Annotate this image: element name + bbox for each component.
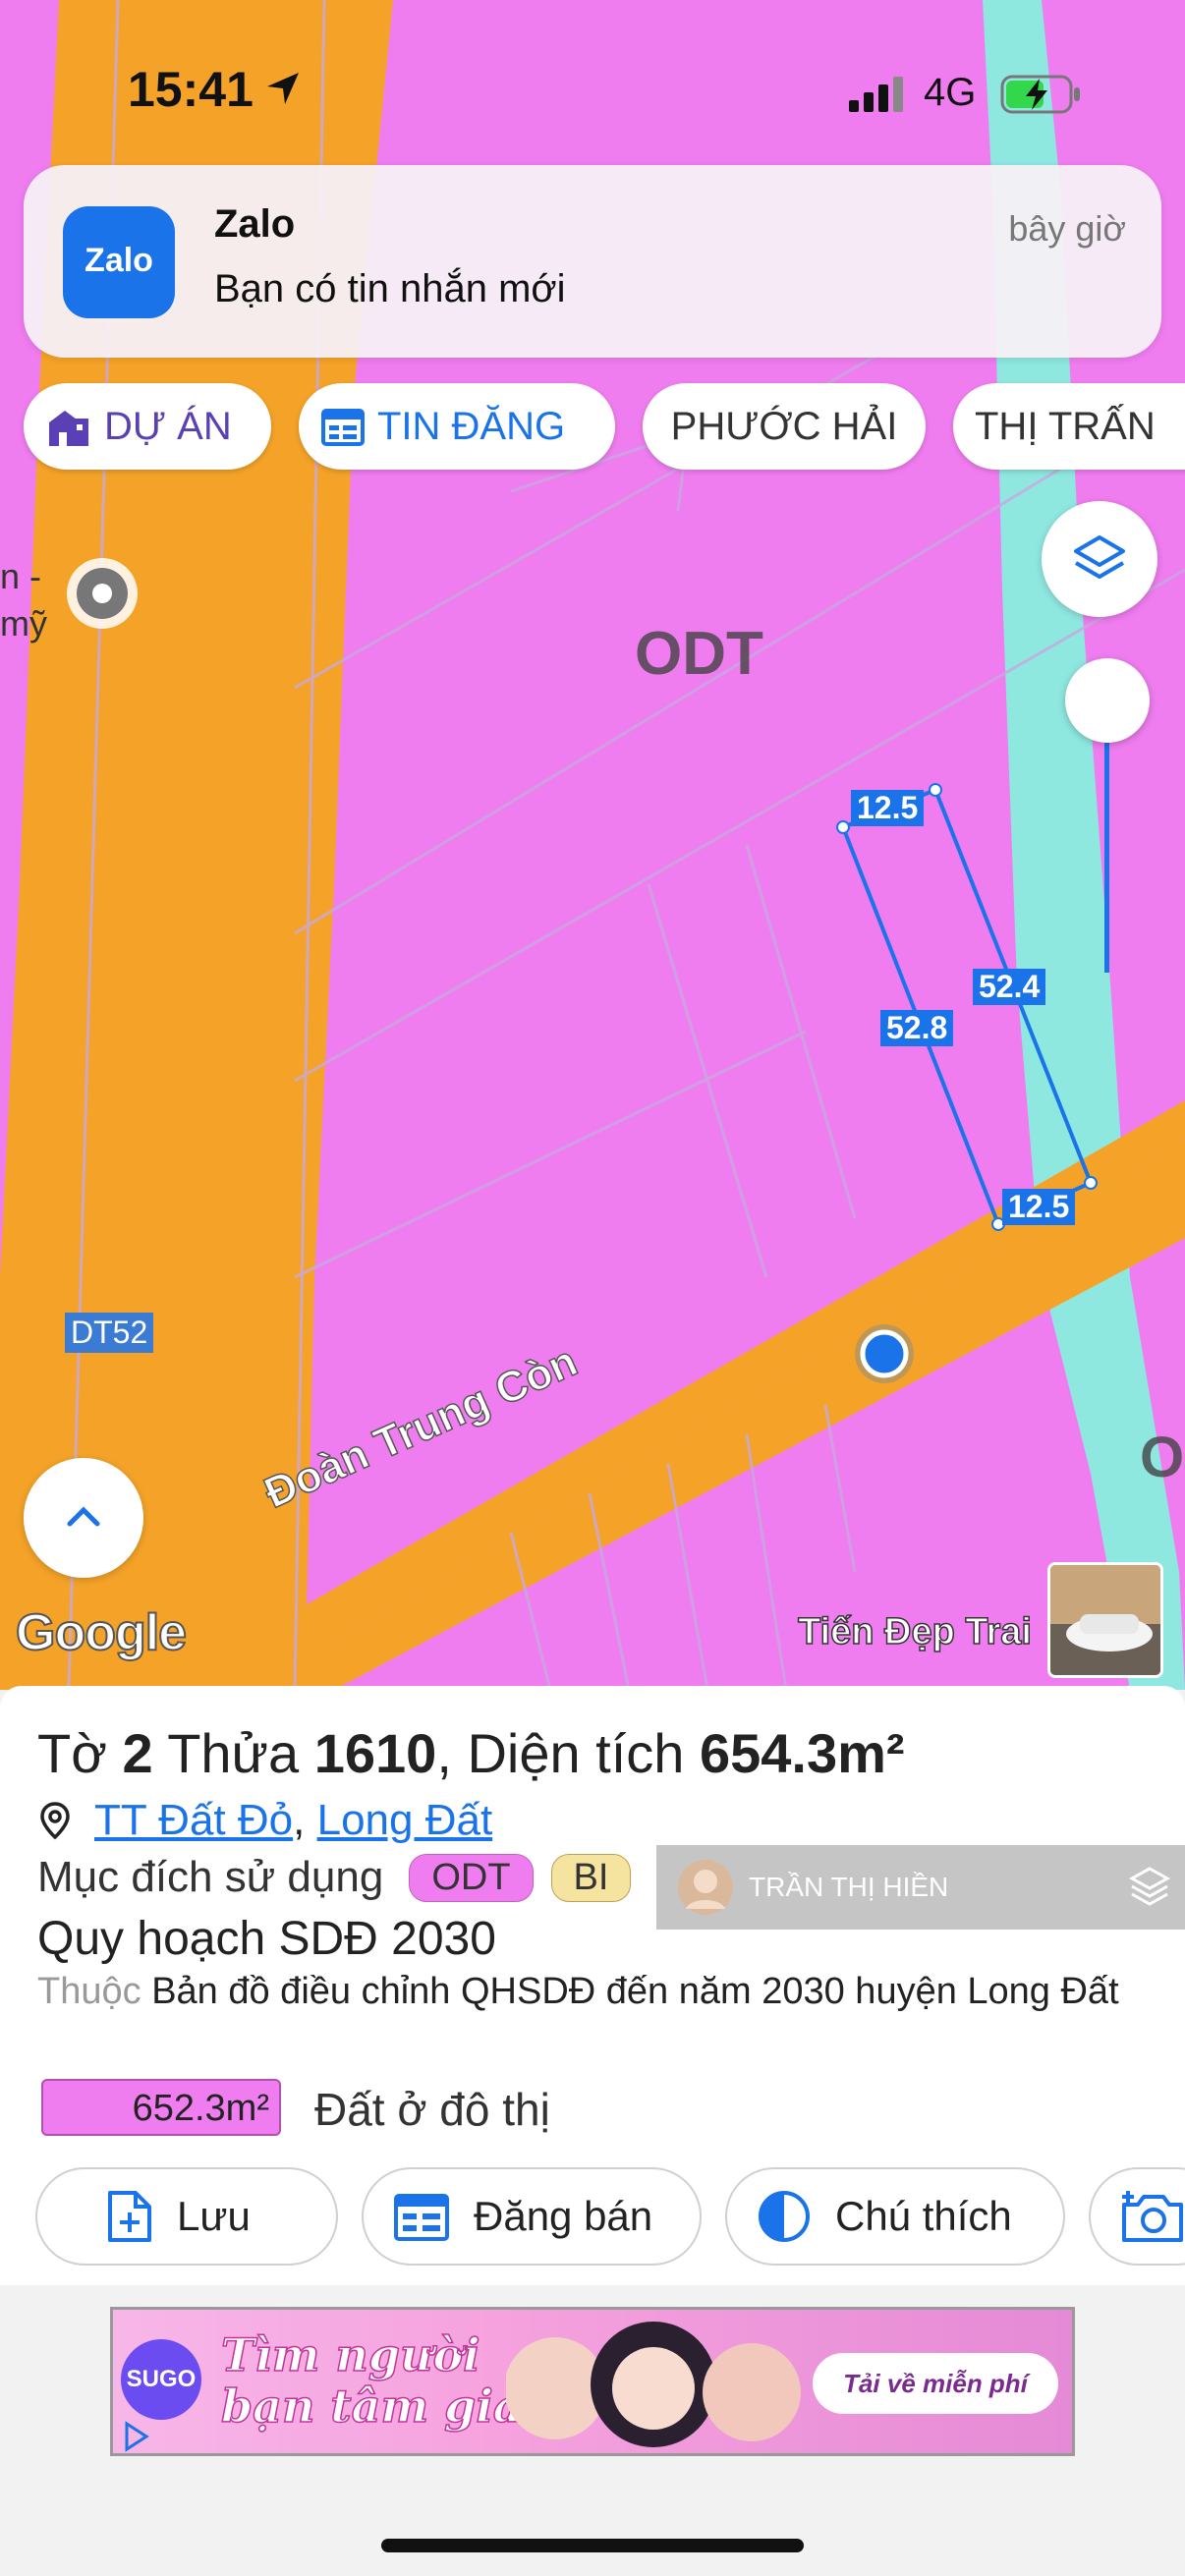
notification-banner[interactable]: Zalo Zalo Bạn có tin nhắn mới bây giờ xyxy=(24,165,1161,358)
building-icon xyxy=(45,405,92,448)
watermark-overlay: TRẦN THỊ HIỀN xyxy=(656,1845,1185,1930)
street-view-thumbnail[interactable] xyxy=(1047,1562,1163,1678)
listing-icon xyxy=(320,406,366,447)
poi-label-2: mỹ xyxy=(0,603,47,644)
camera-add-button[interactable] xyxy=(1089,2167,1185,2266)
action-bar: Lưu Đăng bán Chú thích xyxy=(35,2167,1185,2268)
location-pin-icon xyxy=(40,1802,70,1840)
notification-message: Bạn có tin nhắn mới xyxy=(214,267,566,310)
purpose-badge-bi[interactable]: BI xyxy=(550,1853,632,1902)
chip-label: PHƯỚC HẢI xyxy=(670,404,898,448)
chip-label: TIN ĐĂNG xyxy=(377,404,566,448)
chip-phuoc-hai[interactable]: PHƯỚC HẢI xyxy=(643,383,926,470)
clock: 15:41 xyxy=(128,62,254,117)
dimension-label: 12.5 xyxy=(1002,1189,1076,1225)
chevron-up-icon xyxy=(67,1506,100,1527)
parcel-info-sheet: Tờ 2 Thửa 1610, Diện tích 654.3m² TT Đất… xyxy=(0,1686,1185,2285)
post-for-sale-button[interactable]: Đăng bán xyxy=(362,2167,702,2266)
location-link-district[interactable]: Long Đất xyxy=(317,1796,493,1845)
chip-thi-tran[interactable]: THỊ TRẤN xyxy=(953,383,1185,470)
plan-source: Thuộc Bản đồ điều chỉnh QHSDĐ đến năm 20… xyxy=(37,1971,1119,2012)
chip-label: DỰ ÁN xyxy=(104,404,232,448)
save-button[interactable]: Lưu xyxy=(35,2167,338,2266)
contrast-icon xyxy=(757,2189,812,2244)
layers-button[interactable] xyxy=(1042,501,1157,617)
google-logo: Google xyxy=(15,1603,188,1662)
calendar-icon xyxy=(393,2191,450,2242)
parcel-title: Tờ 2 Thửa 1610, Diện tích 654.3m² xyxy=(37,1722,905,1784)
avatar xyxy=(678,1860,733,1915)
location-link-town[interactable]: TT Đất Đỏ xyxy=(94,1796,293,1845)
dimension-label: 12.5 xyxy=(851,790,925,826)
ad-banner[interactable]: SUGO Tìm người bạn tâm giao Tải về miễn p… xyxy=(110,2307,1075,2456)
zoom-slider-knob[interactable] xyxy=(1065,658,1150,743)
ad-download-button[interactable]: Tải về miễn phí xyxy=(813,2353,1058,2414)
plan-title: Quy hoạch SDĐ 2030 xyxy=(37,1913,496,1965)
street-view-label: Tiến Đẹp Trai xyxy=(797,1610,1032,1653)
expand-up-button[interactable] xyxy=(24,1458,143,1578)
home-indicator[interactable] xyxy=(381,2539,804,2552)
signal-icon xyxy=(849,77,903,112)
chip-du-an[interactable]: DỰ ÁN xyxy=(24,383,271,470)
current-location-dot xyxy=(860,1329,909,1378)
parcel-location: TT Đất Đỏ, Long Đất xyxy=(37,1796,492,1845)
ad-info-icon[interactable] xyxy=(119,2420,152,2453)
land-use-purpose: Mục đích sử dụng ODT BI xyxy=(37,1853,632,1902)
dimension-label: 52.8 xyxy=(880,1010,954,1046)
battery-charging-icon xyxy=(1000,75,1080,114)
zalo-app-icon: Zalo xyxy=(63,206,175,318)
notification-time: bây giờ xyxy=(1008,208,1126,249)
layers-icon xyxy=(1074,535,1125,579)
area-chip: 652.3m² xyxy=(41,2079,281,2136)
network-type: 4G xyxy=(924,71,977,114)
camera-add-icon xyxy=(1118,2187,1185,2246)
poi-pin-icon[interactable] xyxy=(67,558,138,629)
route-badge: DT52 xyxy=(65,1313,154,1353)
location-arrow-icon xyxy=(267,73,299,104)
stack-icon xyxy=(1128,1867,1171,1906)
purpose-badge-odt[interactable]: ODT xyxy=(409,1853,534,1902)
zone-label: ODT xyxy=(635,620,763,688)
ad-people-image xyxy=(506,2322,801,2447)
add-file-icon xyxy=(106,2189,153,2244)
filter-chips: DỰ ÁN TIN ĐĂNG PHƯỚC HẢI THỊ TRẤN xyxy=(24,383,1185,472)
notification-app: Zalo xyxy=(214,202,296,246)
chip-tin-dang[interactable]: TIN ĐĂNG xyxy=(299,383,615,470)
poi-label-1: n - xyxy=(0,556,42,596)
legend-button[interactable]: Chú thích xyxy=(725,2167,1065,2266)
chip-label: THỊ TRẤN xyxy=(975,404,1156,448)
dimension-label: 52.4 xyxy=(973,969,1046,1005)
zone-label-right: O xyxy=(1140,1426,1185,1489)
area-description: Đất ở đô thị xyxy=(314,2084,550,2135)
ad-title: Tìm người bạn tâm giao xyxy=(220,2328,553,2433)
ad-logo: SUGO xyxy=(121,2339,201,2420)
